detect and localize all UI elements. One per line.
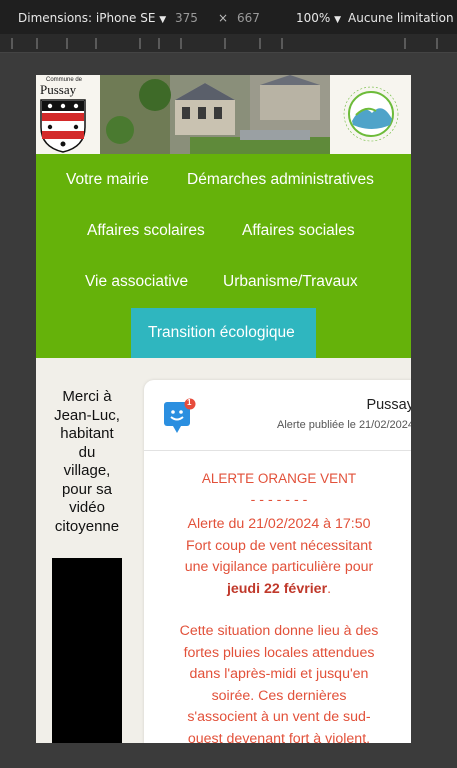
throttle-select[interactable]: Aucune limitation ▼ <box>348 11 457 25</box>
caret-down-icon: ▼ <box>159 15 167 25</box>
devtools-ruler <box>0 34 457 53</box>
site-header: Commune de Pussay <box>36 75 411 154</box>
nav-item-transition-ecologique[interactable]: Transition écologique <box>131 308 316 359</box>
alert-body: ALERTE ORANGE VENT - - - - - - - Alerte … <box>144 468 411 743</box>
device-viewport: Commune de Pussay Votre mairie Démarches… <box>36 75 411 743</box>
nature-badge-icon <box>343 86 399 142</box>
alert-line: fortes pluies locales attendues <box>183 644 375 661</box>
alert-line: jeudi 22 février. <box>144 579 411 601</box>
logo-town-name: Pussay <box>40 82 77 97</box>
thanks-text: Merci à Jean-Luc, habitant du village, p… <box>42 388 132 536</box>
coat-of-arms-icon <box>40 99 86 153</box>
height-input[interactable]: 667 <box>237 11 260 25</box>
territoire-engage-nature-logo[interactable] <box>332 75 411 154</box>
alert-line: dans l'après-midi et jusqu'en <box>189 666 369 682</box>
alert-card: 1 Pussay Alerte publiée le 21/02/2024 AL… <box>144 380 411 743</box>
alert-line: une vigilance particulière pour <box>184 559 374 575</box>
zoom-select[interactable]: 100% ▼ <box>296 11 341 25</box>
devtools-toolbar: Dimensions: iPhone SE ▼ 375 × 667 100% ▼… <box>0 0 457 34</box>
nav-item-affaires-sociales[interactable]: Affaires sociales <box>242 222 355 240</box>
nav-item-votre-mairie[interactable]: Votre mairie <box>66 171 149 189</box>
thanks-line: vidéo <box>69 499 105 516</box>
thanks-line: du <box>78 443 96 461</box>
thanks-line: village, <box>63 462 111 479</box>
alert-title: ALERTE ORANGE VENT <box>201 471 357 486</box>
alert-card-header: 1 Pussay Alerte publiée le 21/02/2024 <box>144 380 411 451</box>
nav-active-label: Transition écologique <box>148 324 295 341</box>
notification-badge: 1 <box>187 398 192 407</box>
alert-line: Cette situation donne lieu à des <box>179 623 379 639</box>
times-sign: × <box>218 11 229 25</box>
devtools-background <box>0 743 457 768</box>
alert-period: . <box>327 580 332 597</box>
alert-line: s'associent à un vent de sud- <box>187 709 371 725</box>
width-input[interactable]: 375 <box>175 11 198 25</box>
alert-line: soirée. Ces dernières <box>211 687 347 704</box>
nav-item-vie-associative[interactable]: Vie associative <box>85 273 188 291</box>
card-title: Pussay <box>366 397 411 413</box>
nav-item-affaires-scolaires[interactable]: Affaires scolaires <box>87 222 205 240</box>
pussay-coat-of-arms-logo[interactable]: Commune de Pussay <box>38 77 99 153</box>
dimensions-select[interactable]: Dimensions: iPhone SE ▼ <box>18 11 166 25</box>
thanks-line: Jean-Luc, <box>54 406 120 424</box>
content-area: Merci à Jean-Luc, habitant du village, p… <box>36 358 411 743</box>
thanks-line: citoyenne <box>54 517 120 535</box>
alert-line: Alerte du 21/02/2024 à 17:50 <box>187 516 371 532</box>
throttle-label: Aucune limitation <box>348 11 454 25</box>
alert-line: ouest devenant fort à violent. <box>187 730 371 744</box>
aerial-photo-image <box>100 75 330 154</box>
dimensions-label: Dimensions: iPhone SE <box>18 11 156 25</box>
thanks-line: pour sa <box>61 480 113 498</box>
nav-item-demarches-administratives[interactable]: Démarches administratives <box>187 171 374 189</box>
nav-item-urbanisme-travaux[interactable]: Urbanisme/Travaux <box>223 273 358 291</box>
alert-separator: - - - - - - - <box>250 491 308 508</box>
caret-down-icon: ▼ <box>334 15 342 25</box>
alert-line: Fort coup de vent nécessitant <box>185 537 373 554</box>
alert-date-bold: jeudi 22 février <box>226 580 328 597</box>
zoom-label: 100% <box>296 11 331 25</box>
town-hall-aerial-photo <box>100 75 330 154</box>
thanks-line: habitant <box>60 425 114 442</box>
card-subtitle: Alerte publiée le 21/02/2024 <box>277 419 411 431</box>
smiley-bubble-icon <box>164 398 196 433</box>
citizen-video-player[interactable] <box>52 558 122 743</box>
thanks-line: Merci à <box>62 388 112 405</box>
alert-app-icon: 1 <box>163 398 196 434</box>
